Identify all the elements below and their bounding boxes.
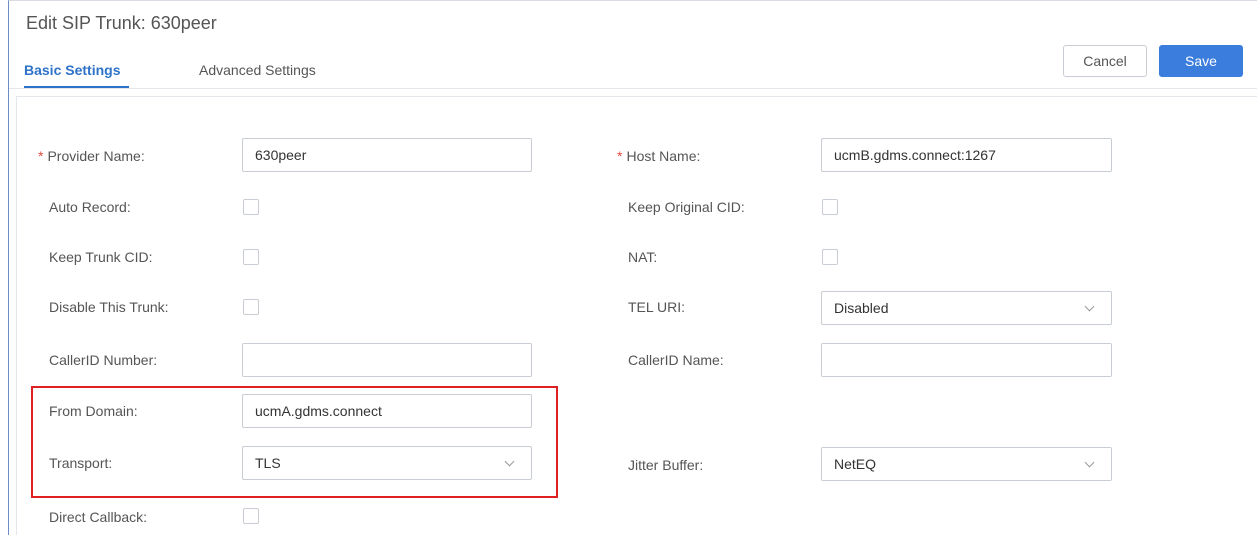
tab-advanced-settings[interactable]: Advanced Settings [199,62,316,78]
header-divider [9,88,1257,89]
tab-basic-settings[interactable]: Basic Settings [24,62,120,78]
callerid-name-label: CallerID Name: [628,352,724,368]
auto-record-checkbox[interactable] [243,199,259,215]
chevron-down-icon [1084,457,1095,467]
host-name-label-text: Host Name: [626,148,701,164]
host-name-input[interactable]: ucmB.gdms.connect:1267 [821,138,1112,172]
jitter-buffer-label: Jitter Buffer: [628,457,704,473]
nat-checkbox[interactable] [822,249,838,265]
disable-this-trunk-checkbox[interactable] [243,299,259,315]
keep-original-cid-label: Keep Original CID: [628,199,745,215]
cancel-button[interactable]: Cancel [1063,45,1147,77]
nat-label: NAT: [628,249,658,265]
chevron-down-icon [1084,301,1095,311]
provider-name-label: * Provider Name: [38,148,145,164]
direct-callback-label: Direct Callback: [49,509,148,525]
keep-original-cid-checkbox[interactable] [822,199,838,215]
auto-record-label: Auto Record: [49,199,131,215]
tel-uri-value: Disabled [834,300,889,316]
tel-uri-select[interactable]: Disabled [821,291,1112,325]
required-marker: * [617,148,623,164]
provider-name-label-text: Provider Name: [47,148,145,164]
page-title: Edit SIP Trunk: 630peer [26,13,217,33]
save-button[interactable]: Save [1159,45,1243,77]
tel-uri-label: TEL URI: [628,299,686,315]
highlight-box [31,386,558,498]
direct-callback-checkbox[interactable] [243,508,259,524]
host-name-label: * Host Name: [617,148,700,164]
provider-name-input[interactable]: 630peer [242,138,532,172]
keep-trunk-cid-checkbox[interactable] [243,249,259,265]
required-marker: * [38,148,44,164]
callerid-number-label: CallerID Number: [49,352,158,368]
callerid-number-input[interactable] [242,343,532,377]
jitter-buffer-select[interactable]: NetEQ [821,447,1112,481]
keep-trunk-cid-label: Keep Trunk CID: [49,249,153,265]
disable-this-trunk-label: Disable This Trunk: [49,299,169,315]
jitter-buffer-value: NetEQ [834,456,877,472]
callerid-name-input[interactable] [821,343,1112,377]
